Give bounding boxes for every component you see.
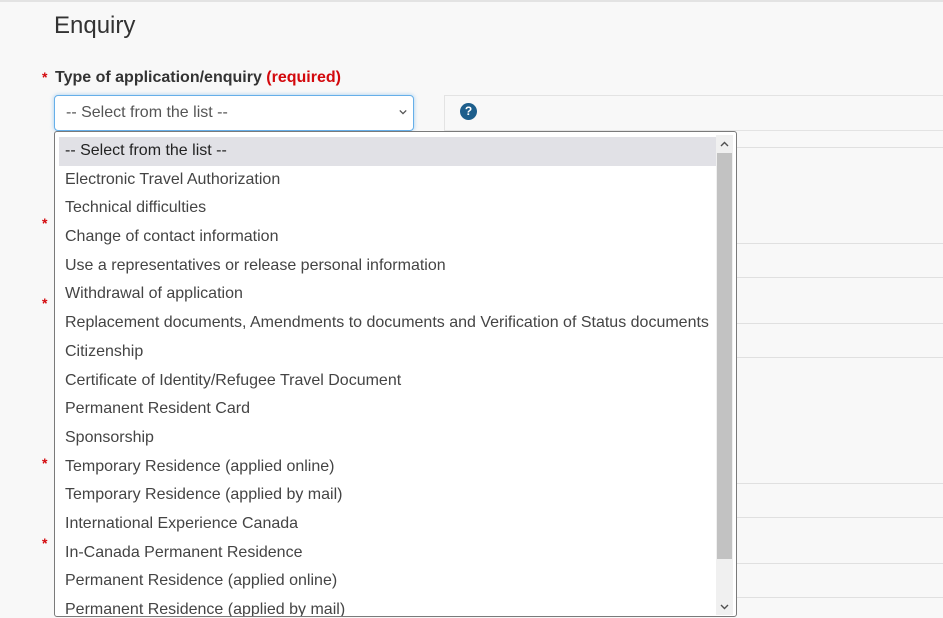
- required-asterisk: *: [42, 455, 48, 471]
- option-technical-difficulties[interactable]: Technical difficulties: [59, 194, 716, 223]
- option-change-of-contact-information[interactable]: Change of contact information: [59, 223, 716, 252]
- required-asterisk: *: [42, 295, 48, 311]
- chevron-down-icon: [399, 109, 407, 115]
- option-permanent-residence-online[interactable]: Permanent Residence (applied online): [59, 567, 716, 596]
- top-divider: [0, 0, 943, 3]
- background-field-edge: [736, 357, 943, 358]
- option-list: -- Select from the list -- Electronic Tr…: [59, 137, 716, 616]
- scroll-up-arrow[interactable]: [716, 135, 733, 152]
- help-panel: ?: [444, 95, 943, 131]
- required-asterisk: *: [42, 215, 48, 231]
- scrollbar[interactable]: [716, 135, 733, 615]
- background-field-edge: [736, 243, 943, 244]
- section-heading: Enquiry: [54, 12, 136, 39]
- option-permanent-resident-card[interactable]: Permanent Resident Card: [59, 395, 716, 424]
- background-field-edge: [736, 277, 943, 278]
- required-asterisk: *: [42, 69, 48, 85]
- scroll-down-arrow[interactable]: [716, 598, 733, 615]
- option-withdrawal-of-application[interactable]: Withdrawal of application: [59, 280, 716, 309]
- option-citizenship[interactable]: Citizenship: [59, 338, 716, 367]
- option-sponsorship[interactable]: Sponsorship: [59, 424, 716, 453]
- background-field-edge: [736, 147, 943, 148]
- option-temporary-residence-online[interactable]: Temporary Residence (applied online): [59, 453, 716, 482]
- chevron-down-icon: [720, 604, 729, 609]
- background-field-edge: [736, 563, 943, 564]
- option-replacement-documents[interactable]: Replacement documents, Amendments to doc…: [59, 309, 716, 338]
- option-use-a-representative[interactable]: Use a representatives or release persona…: [59, 252, 716, 281]
- application-type-select[interactable]: -- Select from the list --: [54, 95, 414, 131]
- background-field-edge: [736, 323, 943, 324]
- field-label: Type of application/enquiry (required): [55, 69, 341, 87]
- dropdown-listbox[interactable]: -- Select from the list -- Electronic Tr…: [54, 131, 737, 617]
- select-current-value: -- Select from the list --: [66, 104, 228, 121]
- option-temporary-residence-mail[interactable]: Temporary Residence (applied by mail): [59, 481, 716, 510]
- option-electronic-travel-authorization[interactable]: Electronic Travel Authorization: [59, 166, 716, 195]
- help-icon[interactable]: ?: [460, 103, 477, 120]
- option-select-from-list[interactable]: -- Select from the list --: [59, 137, 716, 166]
- option-permanent-residence-mail[interactable]: Permanent Residence (applied by mail): [59, 596, 716, 616]
- background-field-edge: [736, 483, 943, 484]
- option-certificate-of-identity[interactable]: Certificate of Identity/Refugee Travel D…: [59, 367, 716, 396]
- scrollbar-thumb[interactable]: [717, 153, 732, 559]
- background-field-edge: [736, 517, 943, 518]
- option-in-canada-permanent-residence[interactable]: In-Canada Permanent Residence: [59, 539, 716, 568]
- required-asterisk: *: [42, 535, 48, 551]
- background-field-edge: [736, 597, 943, 598]
- required-tag: (required): [266, 69, 341, 86]
- chevron-up-icon: [720, 141, 729, 146]
- field-label-text: Type of application/enquiry: [55, 69, 262, 86]
- option-international-experience-canada[interactable]: International Experience Canada: [59, 510, 716, 539]
